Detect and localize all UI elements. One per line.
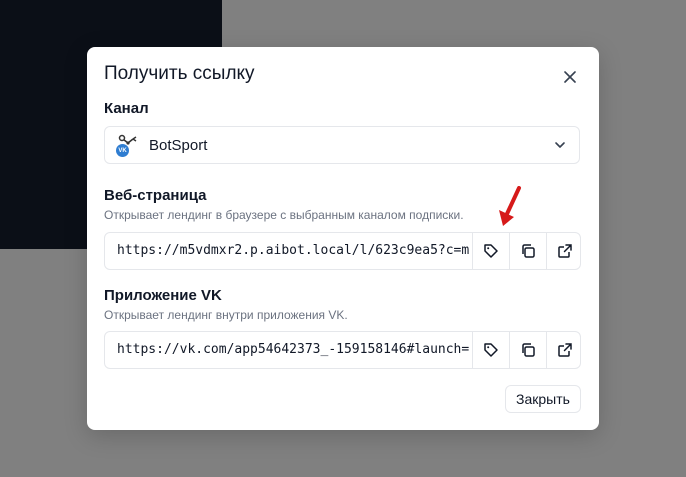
vk-app-description: Открывает лендинг внутри приложения VK. [104, 308, 348, 322]
web-page-description: Открывает лендинг в браузере с выбранным… [104, 208, 464, 222]
copy-icon [522, 343, 535, 357]
vk-open-button[interactable] [546, 332, 580, 368]
web-open-button[interactable] [546, 233, 580, 269]
get-link-dialog: Получить ссылку Канал VK BotSport Веб-ст… [87, 47, 599, 430]
channel-avatar: VK [116, 133, 140, 157]
channel-label: Канал [104, 100, 149, 117]
copy-icon [522, 244, 535, 258]
channel-select[interactable]: VK BotSport [104, 126, 580, 164]
annotation-arrow-icon [499, 186, 521, 226]
tag-icon [484, 343, 498, 357]
web-page-label: Веб-страница [104, 187, 207, 204]
web-add-utm-button[interactable] [472, 233, 509, 269]
tag-icon [484, 244, 498, 258]
vk-url-field[interactable]: https://vk.com/app54642373_-159158146#la… [105, 332, 472, 368]
vk-copy-button[interactable] [509, 332, 546, 368]
external-link-icon [558, 343, 572, 357]
vk-badge: VK [116, 144, 129, 157]
external-link-icon [558, 244, 572, 258]
dialog-title: Получить ссылку [104, 63, 255, 84]
web-link-row: https://m5vdmxr2.p.aibot.local/l/623c9ea… [104, 232, 581, 270]
vk-add-utm-button[interactable] [472, 332, 509, 368]
close-icon [564, 71, 576, 83]
web-url-field[interactable]: https://m5vdmxr2.p.aibot.local/l/623c9ea… [105, 233, 472, 269]
channel-select-value: BotSport [149, 136, 208, 154]
vk-link-row: https://vk.com/app54642373_-159158146#la… [104, 331, 581, 369]
vk-app-label: Приложение VK [104, 287, 222, 304]
close-button[interactable] [560, 67, 580, 87]
chevron-down-icon [555, 142, 565, 148]
web-copy-button[interactable] [509, 233, 546, 269]
close-dialog-button[interactable]: Закрыть [505, 385, 581, 413]
